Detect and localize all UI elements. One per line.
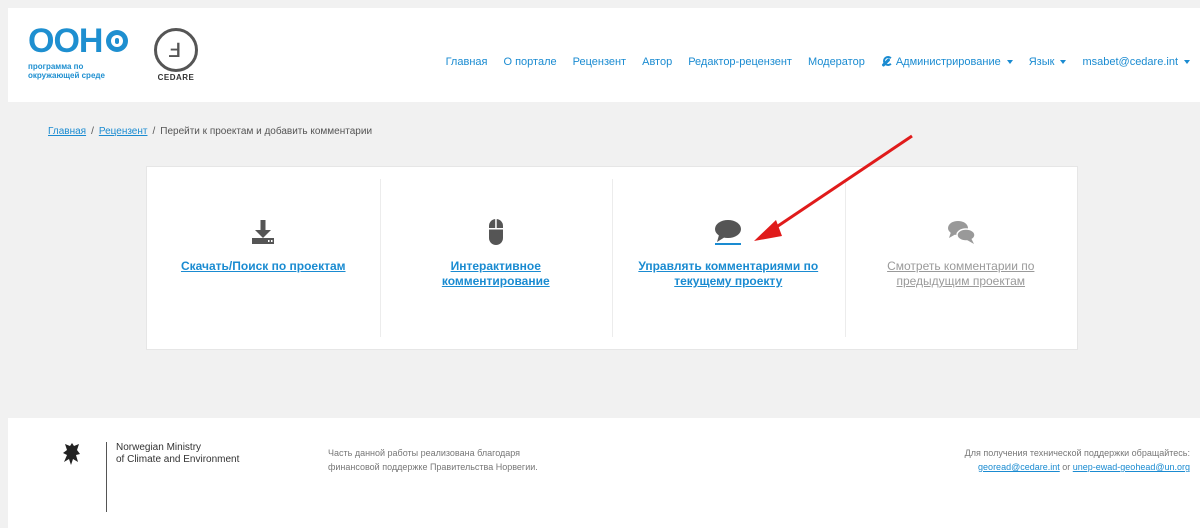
- card-download-search-label[interactable]: Скачать/Поиск по проектам: [167, 259, 360, 274]
- norway-funding-text: Часть данной работы реализована благодар…: [328, 446, 538, 474]
- unep-logo[interactable]: ООН программа по окружающей среде: [28, 22, 129, 80]
- caret-down-icon: [1060, 60, 1067, 64]
- nav-user-label: msabet@cedare.int: [1082, 56, 1178, 68]
- mouse-icon: [488, 219, 503, 245]
- norwegian-lion-icon: [63, 443, 80, 465]
- support-email-georead[interactable]: georead@cedare.int: [978, 462, 1060, 472]
- caret-down-icon: [1184, 60, 1190, 64]
- footer: Norwegian Ministry of Climate and Enviro…: [8, 418, 1200, 528]
- support-email-geohead[interactable]: unep-ewad-geohead@un.org: [1073, 462, 1190, 472]
- ministry-line2: of Climate and Environment: [116, 454, 240, 465]
- header: ООН программа по окружающей среде ⅎ CEDA…: [8, 8, 1200, 102]
- card-manage-comments[interactable]: Управлять комментариями по текущему прое…: [612, 167, 845, 349]
- nav-editor-reviewer[interactable]: Редактор-рецензент: [688, 56, 792, 68]
- card-manage-comments-label[interactable]: Управлять комментариями по текущему прое…: [632, 259, 825, 289]
- un-emblem-icon: [106, 30, 129, 52]
- ministry-line1: Norwegian Ministry: [116, 442, 202, 453]
- ministry-divider: [106, 442, 107, 512]
- cedare-label: CEDARE: [157, 73, 195, 82]
- nav-language-label: Язык: [1028, 56, 1055, 68]
- card-download-search[interactable]: Скачать/Поиск по проектам: [147, 167, 380, 349]
- card-interactive-commenting[interactable]: Интерактивное комментирование: [379, 167, 613, 349]
- comments-icon: [947, 221, 976, 244]
- norway-line1: Часть данной работы реализована благодар…: [328, 448, 521, 458]
- nav-home[interactable]: Главная: [446, 56, 488, 68]
- action-cards: Скачать/Поиск по проектам Интерактивное …: [146, 166, 1078, 350]
- nav-author[interactable]: Автор: [642, 56, 672, 68]
- support-text: Для получения технической поддержки обра…: [964, 448, 1190, 458]
- breadcrumb-home[interactable]: Главная: [48, 126, 86, 137]
- main-nav: Главная О портале Рецензент Автор Редакт…: [430, 56, 1190, 68]
- wrench-icon: [881, 56, 893, 68]
- nav-moderator[interactable]: Модератор: [808, 56, 865, 68]
- tech-support: Для получения технической поддержки обра…: [965, 446, 1190, 474]
- logo-sub-line2: окружающей среде: [28, 71, 105, 80]
- nav-reviewer[interactable]: Рецензент: [573, 56, 627, 68]
- cedar-tree-icon: ⅎ: [154, 28, 198, 72]
- norway-ministry-logo[interactable]: Norwegian Ministry of Climate and Enviro…: [62, 442, 240, 512]
- caret-down-icon: [1006, 60, 1013, 64]
- breadcrumb: Главная / Рецензент / Перейти к проектам и д…: [48, 126, 373, 137]
- card-view-previous-comments[interactable]: Смотреть комментарии по предыдущим проек…: [844, 167, 1078, 349]
- norway-line2: финансовой поддержке Правительства Норве…: [328, 462, 538, 472]
- nav-user-dropdown[interactable]: msabet@cedare.int: [1082, 56, 1190, 68]
- support-or: or: [1059, 462, 1073, 472]
- logo-text: ООН: [28, 22, 103, 60]
- nav-administration-dropdown[interactable]: Администрирование: [881, 56, 1013, 68]
- logo-sub-line1: программа по: [28, 62, 84, 71]
- card-view-previous-comments-label[interactable]: Смотреть комментарии по предыдущим проек…: [865, 259, 1058, 289]
- nav-administration-label: Администрирование: [895, 56, 1001, 68]
- breadcrumb-reviewer[interactable]: Рецензент: [99, 126, 148, 137]
- comment-icon: [715, 220, 742, 245]
- breadcrumb-current: Перейти к проектам и добавить комментари…: [160, 126, 373, 137]
- nav-about[interactable]: О портале: [503, 56, 556, 68]
- download-icon: [252, 220, 275, 244]
- card-interactive-commenting-label[interactable]: Интерактивное комментирование: [400, 259, 593, 289]
- nav-language-dropdown[interactable]: Язык: [1029, 56, 1067, 68]
- cedare-logo[interactable]: ⅎ CEDARE: [152, 28, 200, 84]
- page: ООН программа по окружающей среде ⅎ CEDA…: [0, 0, 1200, 528]
